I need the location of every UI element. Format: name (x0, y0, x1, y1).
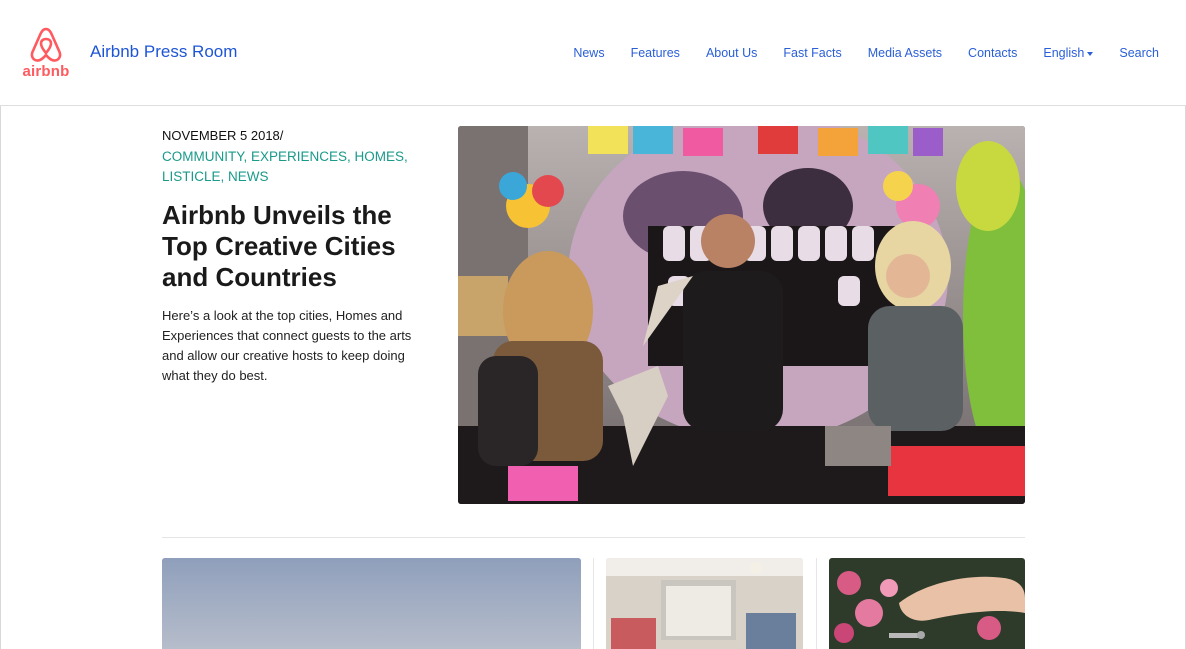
card-image-2[interactable] (606, 558, 803, 649)
airbnb-belo-icon (30, 27, 62, 62)
nav-item-about-us[interactable]: About Us (706, 45, 757, 61)
hero-photo-icon (458, 126, 1025, 504)
section-divider (162, 537, 1025, 538)
category-links-line-1[interactable]: COMMUNITY, EXPERIENCES, HOMES, (162, 147, 422, 167)
article-categories: COMMUNITY, EXPERIENCES, HOMES, LISTICLE,… (162, 147, 422, 187)
card-photo-hand-keys-flowers-icon (829, 558, 1025, 649)
card-photo-landscape-sky-icon (162, 558, 581, 649)
nav-item-news[interactable]: News (573, 45, 604, 61)
caret-down-icon (1087, 51, 1094, 56)
article-summary: Here’s a look at the top cities, Homes a… (162, 308, 412, 383)
card-separator (816, 558, 817, 649)
site-header: airbnb Airbnb Press Room News Features A… (0, 0, 1186, 106)
card-image-1[interactable] (162, 558, 581, 649)
logo-wordmark: airbnb (22, 63, 70, 80)
article-headline[interactable]: Airbnb Unveils the Top Creative Cities a… (162, 200, 422, 293)
language-label: English (1043, 46, 1085, 60)
nav-item-contacts[interactable]: Contacts (968, 45, 1017, 61)
site-title-link[interactable]: Airbnb Press Room (90, 42, 237, 62)
hero-image[interactable] (458, 126, 1025, 504)
article-date: NOVEMBER 5 2018/ (162, 128, 284, 143)
card-image-3[interactable] (829, 558, 1025, 649)
category-links-line-2[interactable]: LISTICLE, NEWS (162, 167, 422, 187)
nav-item-search[interactable]: Search (1119, 45, 1159, 61)
language-dropdown[interactable]: English (1043, 45, 1094, 61)
airbnb-logo[interactable]: airbnb (22, 27, 70, 79)
nav-item-features[interactable]: Features (631, 45, 680, 61)
nav-item-media-assets[interactable]: Media Assets (868, 45, 942, 61)
card-separator (593, 558, 594, 649)
nav-item-fast-facts[interactable]: Fast Facts (783, 45, 841, 61)
card-photo-interior-room-icon (606, 558, 803, 649)
main-nav: News Features About Us Fast Facts Media … (547, 45, 1159, 61)
